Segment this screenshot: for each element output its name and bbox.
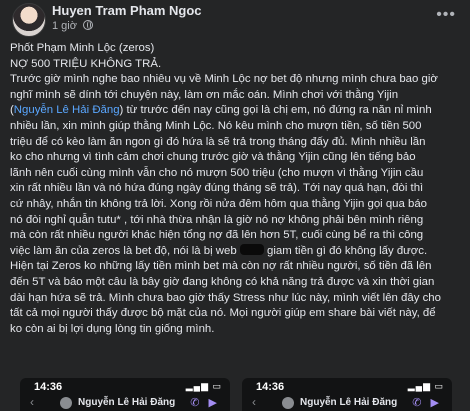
post-header: Huyen Tram Pham Ngoc 1 giờ ••• [0, 0, 470, 40]
back-arrow-icon: ‹ [30, 395, 34, 409]
post-body: Phốt Phạm Minh Lộc (zeros) NỢ 500 TRIỆU … [10, 41, 462, 337]
attached-screenshots[interactable]: 14:36 ▂▄▆ ▭ ‹ Nguyễn Lê Hải Đăng ✆ ▶ 14:… [0, 378, 470, 411]
author-avatar[interactable] [12, 3, 46, 37]
post-line: Hiện tại Zeros ko những lấy tiền mình be… [10, 260, 432, 273]
post-line: lãnh nên cuối cùng mình vẫn cho nó mượn … [10, 166, 424, 179]
post-line: cứ nhây, nhắn tin không trả lời. Xong rồ… [10, 197, 428, 210]
mentioned-user-link[interactable]: Nguyễn Lê Hải Đăng [14, 104, 120, 116]
chat-contact-name: Nguyễn Lê Hải Đăng [300, 397, 398, 408]
chat-avatar [282, 397, 294, 409]
post-line: đến 5T và báo một câu là bây giờ đang kh… [10, 275, 435, 288]
redaction-mark [239, 243, 264, 255]
more-options-icon[interactable]: ••• [436, 6, 456, 24]
post-line: xin rất nhiều lần và nó hứa đúng ngày đú… [10, 182, 424, 195]
signal-battery-icon: ▂▄▆ ▭ [185, 381, 222, 391]
back-arrow-icon: ‹ [252, 395, 256, 409]
post-line: nhiều lần, xin mình giúp thằng Minh Lộc.… [10, 119, 422, 132]
post-line: Phốt Phạm Minh Lộc (zeros) [10, 42, 155, 54]
chat-screenshot[interactable]: 14:36 ▂▄▆ ▭ ‹ Nguyễn Lê Hải Đăng ✆ ▶ [242, 378, 452, 411]
post-text: ) từ trước đến nay cũng gọi là chị em, n… [119, 104, 432, 117]
post-time[interactable]: 1 giờ [52, 20, 77, 32]
post-text: việc làm ăn của zeros là bet độ, nói là … [10, 244, 237, 257]
chat-screenshot[interactable]: 14:36 ▂▄▆ ▭ ‹ Nguyễn Lê Hải Đăng ✆ ▶ [20, 378, 230, 411]
post-line: mà còn rất nhiều người khác hiện tổng nợ… [10, 229, 424, 242]
call-video-icons: ✆ ▶ [412, 397, 442, 409]
status-time: 14:36 [256, 381, 285, 393]
post-line: Trước giờ mình nghe bao nhiêu vụ về Minh… [10, 73, 438, 86]
status-time: 14:36 [34, 381, 63, 393]
globe-icon [83, 20, 94, 30]
post-line: dài hạn hứa sẽ trả. Mình chưa bao giờ th… [10, 291, 441, 304]
post-line: tất cả mọi người thấy được bộ mặt của nó… [10, 307, 436, 320]
post-text: giam tiền gì đó không lấy được. [267, 244, 428, 257]
post-line: NỢ 500 TRIỆU KHÔNG TRẢ. [10, 57, 162, 70]
signal-battery-icon: ▂▄▆ ▭ [407, 381, 444, 391]
post-line: ko cho nhưng vì tình cảm chơi chung trướ… [10, 151, 416, 164]
post-meta: 1 giờ [52, 20, 94, 32]
post-line: việc làm ăn của zeros là bet độ, nói là … [10, 243, 462, 260]
author-name[interactable]: Huyen Tram Pham Ngoc [52, 3, 202, 18]
call-video-icons: ✆ ▶ [190, 397, 220, 409]
post-line: nó đòi nghỉ quẫn tutu* , tới nhà thừa nh… [10, 213, 424, 226]
chat-avatar [60, 397, 72, 409]
post-line: (Nguyễn Lê Hải Đăng) từ trước đến nay cũ… [10, 103, 462, 119]
post-line: nghĩ mình sẽ dính tới chuyện này, làm ơn… [10, 88, 399, 101]
post-line: triệu để có kèo làm ăn ngon gì đó hứa là… [10, 135, 426, 148]
chat-contact-name: Nguyễn Lê Hải Đăng [78, 397, 176, 408]
post-line: ko còn ai bị lợi dụng lòng tin giống mìn… [10, 322, 215, 335]
